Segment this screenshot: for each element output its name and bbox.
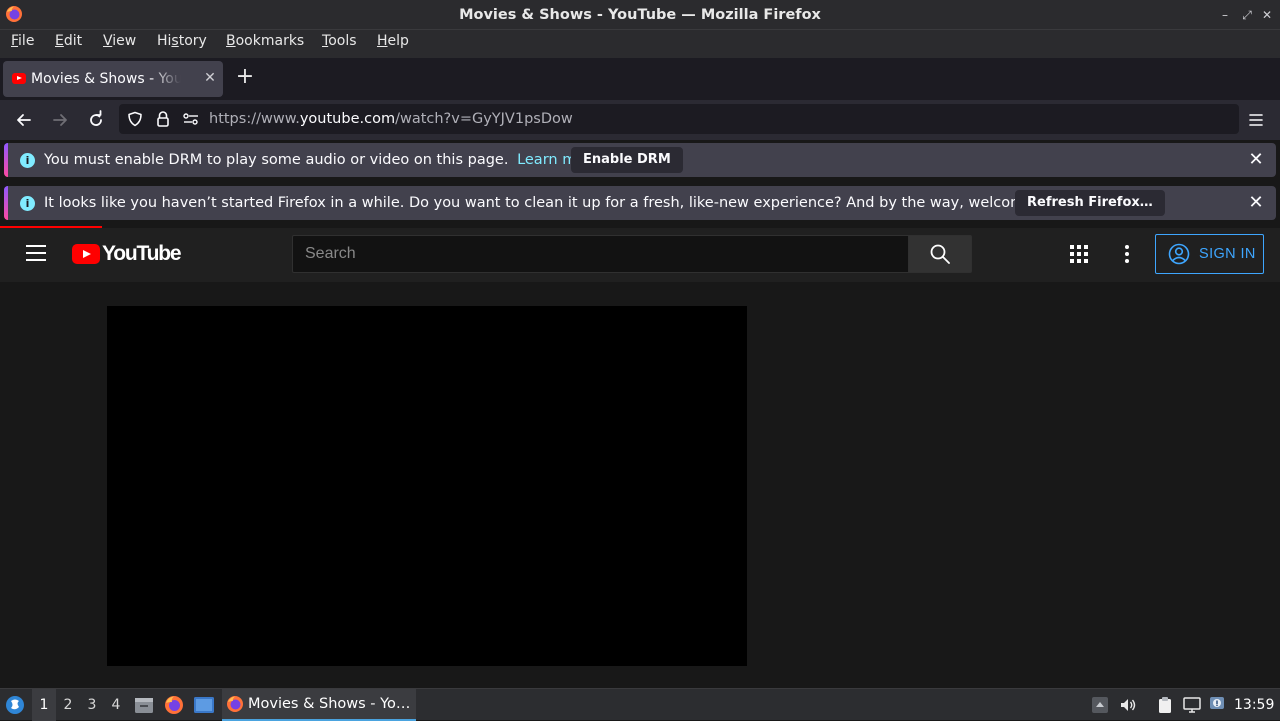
info-icon: i [20,153,35,168]
reload-icon[interactable] [82,107,110,133]
maximize-button[interactable]: ⤢ [1238,6,1256,24]
window-titlebar: Movies & Shows - YouTube — Mozilla Firef… [0,0,1280,30]
drm-message: You must enable DRM to play some audio o… [44,152,600,168]
firefox-icon [227,696,243,712]
back-arrow-icon[interactable] [10,107,38,133]
url-bar[interactable]: https://www.youtube.com/watch?v=GyYJV1ps… [119,104,1239,134]
tray-arrow-icon[interactable] [1091,696,1109,714]
tab-close-icon[interactable]: ✕ [201,69,219,87]
refresh-notification-bar: i It looks like you haven’t started Fire… [4,186,1276,220]
user-avatar-icon [1168,243,1190,265]
taskbar-window-firefox[interactable]: Movies & Shows - Yo… [222,689,416,721]
menu-view[interactable]: View [103,30,136,58]
close-window-button[interactable]: ✕ [1258,6,1276,24]
window-title: Movies & Shows - YouTube — Mozilla Firef… [459,7,821,23]
tab-strip: Movies & Shows - YouTube ✕ [0,58,1280,100]
taskbar-window-title: Movies & Shows - Yo… [248,696,411,712]
search-input[interactable] [293,236,908,272]
tracking-shield-icon[interactable] [127,111,143,127]
url-text[interactable]: https://www.youtube.com/watch?v=GyYJV1ps… [209,104,573,134]
workspace-4[interactable]: 4 [104,689,128,721]
hamburger-menu-icon[interactable] [26,245,46,261]
tab-title: Movies & Shows - YouTube [31,71,181,87]
sign-in-button[interactable]: SIGN IN [1155,234,1264,274]
show-desktop-icon[interactable] [193,696,215,714]
start-menu-icon[interactable] [5,695,25,715]
menu-history[interactable]: History [157,30,207,58]
drm-notification-bar: i You must enable DRM to play some audio… [4,143,1276,177]
menu-edit[interactable]: Edit [55,30,82,58]
volume-icon[interactable] [1119,696,1137,714]
menu-tools[interactable]: Tools [322,30,357,58]
workspace-1[interactable]: 1 [32,689,56,721]
firefox-launcher-icon[interactable] [164,695,184,715]
notification-stripe [4,143,8,177]
video-player[interactable] [107,306,747,666]
system-taskbar: 1 2 3 4 Movies & Shows - Yo… 13:59 [0,688,1280,721]
youtube-logo-text[interactable]: YouTube [102,241,182,267]
new-tab-button[interactable]: + [234,66,256,89]
lock-icon[interactable] [155,110,171,128]
refresh-message: It looks like you haven’t started Firefo… [44,195,1079,211]
search-icon [930,244,950,264]
tab-youtube[interactable]: Movies & Shows - YouTube ✕ [3,61,223,97]
forward-arrow-icon[interactable] [46,107,74,133]
file-manager-icon[interactable] [134,696,154,714]
clock[interactable]: 13:59 [1234,689,1274,721]
clipboard-icon[interactable] [1156,696,1174,714]
workspace-3[interactable]: 3 [80,689,104,721]
more-options-icon[interactable] [1118,244,1136,264]
menu-bar: File Edit View History Bookmarks Tools H… [0,30,1280,58]
search-field[interactable] [292,235,909,273]
menu-help[interactable]: Help [377,30,409,58]
close-icon[interactable]: ✕ [1246,193,1266,213]
search-button[interactable] [908,235,972,273]
apps-grid-icon[interactable] [1070,245,1088,263]
close-icon[interactable]: ✕ [1246,150,1266,170]
youtube-logo-icon[interactable] [72,244,100,264]
notification-stripe [4,186,8,220]
notification-icon[interactable] [1209,696,1227,714]
info-icon: i [20,196,35,211]
app-menu-icon[interactable] [1242,107,1270,133]
youtube-favicon-icon [12,73,26,84]
sign-in-label: SIGN IN [1199,246,1256,262]
enable-drm-button[interactable]: Enable DRM [571,147,683,173]
menu-bookmarks[interactable]: Bookmarks [226,30,304,58]
network-icon[interactable] [1183,696,1201,714]
permissions-icon[interactable] [182,111,200,127]
menu-file[interactable]: File [11,30,34,58]
refresh-firefox-button[interactable]: Refresh Firefox… [1015,190,1165,216]
minimize-button[interactable]: – [1216,6,1234,24]
workspace-2[interactable]: 2 [56,689,80,721]
